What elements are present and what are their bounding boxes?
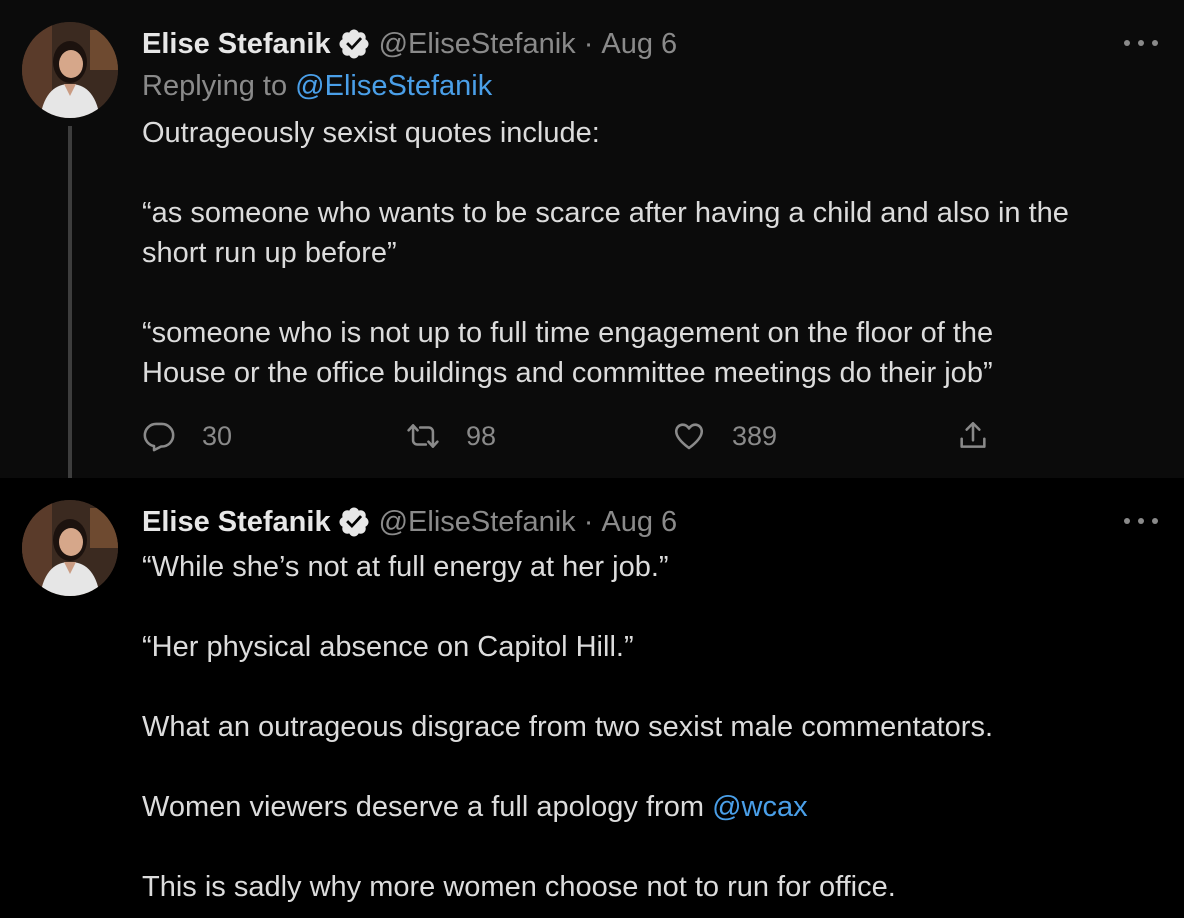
avatar[interactable]	[22, 500, 118, 596]
verified-icon	[339, 507, 369, 537]
tweet-line: This is sadly why more women choose not …	[142, 871, 896, 903]
tweet-1[interactable]: Elise Stefanik @EliseStefanik · Aug 6 Re…	[0, 0, 1184, 492]
tweet-header: Elise Stefanik @EliseStefanik · Aug 6	[142, 24, 677, 64]
tweet-line: short run up before”	[142, 237, 397, 269]
separator: ·	[583, 505, 594, 538]
thread-line	[68, 126, 72, 492]
tweet-line: Outrageously sexist quotes include:	[142, 117, 600, 149]
like-button[interactable]: 389	[672, 414, 777, 458]
separator: ·	[583, 27, 594, 60]
tweet-line: What an outrageous disgrace from two sex…	[142, 711, 994, 743]
retweet-count: 98	[466, 420, 497, 451]
tweet-line-text: Women viewers deserve a full apology fro…	[142, 791, 704, 823]
tweet-text: Outrageously sexist quotes include: “as …	[142, 113, 1142, 393]
more-icon[interactable]	[1124, 516, 1158, 526]
replying-to: Replying to @EliseStefanik	[142, 70, 492, 103]
tweet-text: “While she’s not at full energy at her j…	[142, 547, 1142, 907]
tweet-line: “While she’s not at full energy at her j…	[142, 551, 669, 583]
retweet-button[interactable]: 98	[406, 414, 496, 458]
author-name[interactable]: Elise Stefanik	[142, 28, 331, 61]
verified-icon	[339, 29, 369, 59]
replying-to-link[interactable]: @EliseStefanik	[295, 70, 492, 102]
like-count: 389	[732, 420, 778, 451]
tweet-line: Women viewers deserve a full apology fro…	[142, 787, 1142, 827]
replying-prefix: Replying to	[142, 70, 288, 102]
tweet-2[interactable]: Elise Stefanik @EliseStefanik · Aug 6 “W…	[0, 478, 1184, 918]
reply-icon	[143, 422, 175, 452]
more-icon[interactable]	[1124, 38, 1158, 48]
reply-button[interactable]: 30	[142, 414, 232, 458]
tweet-line: “someone who is not up to full time enga…	[142, 317, 994, 349]
tweet-line: “as someone who wants to be scarce after…	[142, 197, 1069, 229]
retweet-icon	[407, 424, 439, 448]
like-icon	[674, 423, 704, 450]
tweet-date[interactable]: Aug 6	[601, 28, 677, 61]
tweet-actions: 30 98 389	[142, 414, 1002, 458]
author-name[interactable]: Elise Stefanik	[142, 506, 331, 539]
tweet-line: “Her physical absence on Capitol Hill.”	[142, 631, 634, 663]
avatar[interactable]	[22, 22, 118, 118]
author-handle[interactable]: @EliseStefanik	[379, 28, 576, 61]
tweet-date[interactable]: Aug 6	[601, 506, 677, 539]
tweet-header: Elise Stefanik @EliseStefanik · Aug 6	[142, 502, 677, 542]
author-handle[interactable]: @EliseStefanik	[379, 506, 576, 539]
share-button[interactable]	[956, 414, 990, 458]
mention-link[interactable]: @wcax	[712, 791, 808, 823]
tweet-line: House or the office buildings and commit…	[142, 357, 993, 389]
share-icon	[960, 421, 986, 448]
reply-count: 30	[202, 420, 233, 451]
